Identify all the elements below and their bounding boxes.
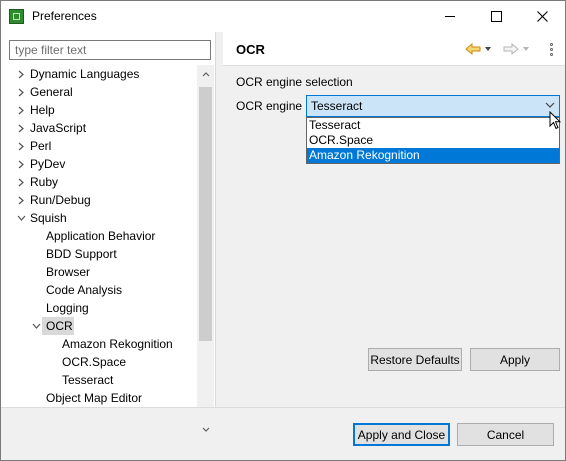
tree-item-amazon-rekognition[interactable]: Amazon Rekognition: [1, 335, 197, 353]
footer-divider: [1, 407, 565, 408]
chevron-up-icon: [202, 71, 209, 76]
dropdown-option-amazon-rekognition[interactable]: Amazon Rekognition: [307, 148, 559, 163]
tree-item-dynamic-languages[interactable]: Dynamic Languages: [1, 65, 197, 83]
arrow-left-icon: [465, 43, 481, 55]
chevron-down-icon[interactable]: [30, 317, 42, 335]
title-bar: Preferences: [1, 1, 565, 32]
tree-item-label: General: [30, 85, 73, 99]
filter-input[interactable]: [9, 40, 211, 60]
tree-item-label: Code Analysis: [46, 283, 123, 297]
page-header: OCR: [223, 32, 565, 66]
tree-item-bdd-support[interactable]: BDD Support: [1, 245, 197, 263]
preferences-tree: Dynamic Languages General Help JavaScrip…: [1, 65, 197, 407]
chevron-right-icon[interactable]: [15, 191, 27, 209]
tree-item-help[interactable]: Help: [1, 101, 197, 119]
chevron-down-icon: [202, 427, 209, 432]
forward-history-dropdown[interactable]: [521, 39, 531, 59]
kebab-menu-icon: [549, 42, 553, 56]
tree-item-label: Logging: [46, 301, 89, 315]
tree-item-label: PyDev: [30, 157, 66, 171]
tree-item-label: JavaScript: [30, 121, 87, 135]
section-label: OCR engine selection: [236, 75, 353, 89]
tree-item-application-behavior[interactable]: Application Behavior: [1, 227, 197, 245]
tree-item-ocr-space[interactable]: OCR.Space: [1, 353, 197, 371]
window-title: Preferences: [32, 9, 97, 23]
tree-item-ocr[interactable]: OCR: [1, 317, 197, 335]
tree-item-browser[interactable]: Browser: [1, 263, 197, 281]
tree-item-tesseract[interactable]: Tesseract: [1, 371, 197, 389]
chevron-right-icon[interactable]: [15, 173, 27, 191]
arrow-right-icon: [503, 43, 519, 55]
chevron-down-icon[interactable]: [15, 209, 27, 227]
tree-item-label: Amazon Rekognition: [62, 337, 173, 351]
tree-item-label: OCR: [46, 319, 73, 333]
tree-item-label: Perl: [30, 139, 52, 153]
chevron-down-icon: [545, 102, 555, 108]
tree-item-label: Tesseract: [62, 373, 114, 387]
tree-item-label: Run/Debug: [30, 193, 91, 207]
chevron-right-icon[interactable]: [15, 137, 27, 155]
dropdown-triangle-icon: [523, 47, 529, 51]
squish-app-icon: [9, 9, 24, 24]
tree-item-label: Application Behavior: [46, 229, 156, 243]
preference-page: OCR OCR engine selection OCR engine Tess…: [223, 32, 565, 407]
tree-item-logging[interactable]: Logging: [1, 299, 197, 317]
tree-item-javascript[interactable]: JavaScript: [1, 119, 197, 137]
page-title: OCR: [236, 42, 265, 57]
chevron-right-icon[interactable]: [15, 65, 27, 83]
tree-item-label: Help: [30, 103, 55, 117]
minimize-button[interactable]: [427, 1, 473, 32]
chevron-right-icon[interactable]: [15, 155, 27, 173]
tree-item-label: BDD Support: [46, 247, 117, 261]
tree-item-label: Object Map Editor: [46, 391, 143, 405]
tree-scrollbar[interactable]: [197, 65, 214, 432]
preferences-window: Preferences Dynamic Languages Gener: [0, 0, 566, 461]
maximize-icon: [490, 11, 502, 22]
scroll-up-button[interactable]: [197, 66, 214, 82]
minimize-icon: [445, 16, 455, 17]
ocr-engine-label: OCR engine: [236, 99, 303, 113]
back-button[interactable]: [463, 39, 483, 59]
mouse-cursor-icon: [549, 111, 561, 130]
preferences-tree-panel: Dynamic Languages General Help JavaScrip…: [1, 32, 216, 432]
forward-button[interactable]: [501, 39, 521, 59]
view-menu-button[interactable]: [541, 39, 561, 59]
back-history-dropdown[interactable]: [483, 39, 493, 59]
chevron-right-icon[interactable]: [15, 83, 27, 101]
tree-item-run-debug[interactable]: Run/Debug: [1, 191, 197, 209]
tree-item-label: Browser: [46, 265, 91, 279]
chevron-right-icon[interactable]: [15, 119, 27, 137]
cancel-button[interactable]: Cancel: [457, 423, 554, 446]
tree-item-ruby[interactable]: Ruby: [1, 173, 197, 191]
scroll-down-button[interactable]: [197, 421, 214, 437]
close-icon: [536, 11, 548, 22]
dropdown-option-ocr-space[interactable]: OCR.Space: [307, 133, 559, 148]
select-value: Tesseract: [311, 99, 363, 113]
restore-defaults-button[interactable]: Restore Defaults: [368, 348, 462, 371]
tree-item-perl[interactable]: Perl: [1, 137, 197, 155]
tree-item-squish[interactable]: Squish: [1, 209, 197, 227]
apply-and-close-button[interactable]: Apply and Close: [353, 423, 450, 446]
tree-item-label: Dynamic Languages: [30, 67, 140, 81]
close-button[interactable]: [519, 1, 565, 32]
ocr-engine-select[interactable]: Tesseract: [306, 95, 560, 117]
tree-item-label: Squish: [30, 211, 67, 225]
tree-item-label: OCR.Space: [62, 355, 127, 369]
tree-item-object-map-editor[interactable]: Object Map Editor: [1, 389, 197, 407]
ocr-engine-dropdown-list: Tesseract OCR.Space Amazon Rekognition: [306, 117, 560, 164]
tree-item-code-analysis[interactable]: Code Analysis: [1, 281, 197, 299]
chevron-right-icon[interactable]: [15, 101, 27, 119]
tree-item-pydev[interactable]: PyDev: [1, 155, 197, 173]
dropdown-option-tesseract[interactable]: Tesseract: [307, 118, 559, 133]
apply-button[interactable]: Apply: [470, 348, 560, 371]
dropdown-triangle-icon: [485, 47, 491, 51]
scrollbar-thumb[interactable]: [199, 87, 212, 341]
maximize-button[interactable]: [473, 1, 519, 32]
tree-item-label: Ruby: [30, 175, 59, 189]
tree-item-general[interactable]: General: [1, 83, 197, 101]
